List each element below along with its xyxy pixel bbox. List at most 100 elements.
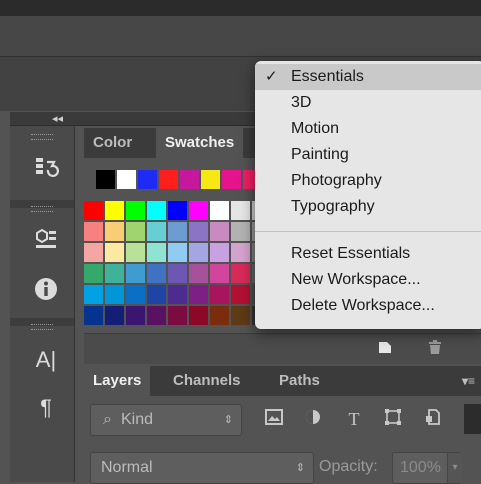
menu-item-delete-workspace[interactable]: Delete Workspace... xyxy=(255,293,481,319)
swatch[interactable] xyxy=(105,306,124,325)
tab-channels[interactable]: Channels xyxy=(164,366,250,396)
recent-swatch[interactable] xyxy=(201,170,220,189)
delete-swatch-icon[interactable] xyxy=(427,339,443,360)
layer-kind-filter-select[interactable]: ⌕ Kind ⇕ xyxy=(90,404,242,436)
tab-color[interactable]: Color xyxy=(84,128,141,158)
menu-item-reset-essentials[interactable]: Reset Essentials xyxy=(255,241,481,267)
panel-grip[interactable] xyxy=(10,134,74,140)
3d-icon[interactable] xyxy=(32,226,60,254)
app-title-bar xyxy=(0,0,481,16)
swatch[interactable] xyxy=(84,285,103,304)
menu-item-label: Reset Essentials xyxy=(291,245,411,262)
opacity-input[interactable]: 100% ▾ xyxy=(392,452,462,484)
recent-swatch[interactable] xyxy=(117,170,136,189)
layers-tab-bar: Layers Channels Paths ▾≡ xyxy=(84,366,481,396)
new-swatch-icon[interactable] xyxy=(377,339,393,360)
menu-item-typography[interactable]: Typography xyxy=(255,194,481,220)
swatch[interactable] xyxy=(147,306,166,325)
character-icon[interactable]: A| xyxy=(32,346,60,374)
swatch[interactable] xyxy=(105,243,124,262)
menu-item-painting[interactable]: Painting xyxy=(255,142,481,168)
swatch[interactable] xyxy=(168,201,187,220)
menu-item-label: Typography xyxy=(291,198,375,215)
swatch[interactable] xyxy=(84,306,103,325)
menu-item-label: Motion xyxy=(291,120,340,137)
swatch[interactable] xyxy=(168,264,187,283)
recent-swatch[interactable] xyxy=(138,170,157,189)
swatch[interactable] xyxy=(189,201,208,220)
swatch[interactable] xyxy=(147,201,166,220)
menu-item-3d[interactable]: 3D xyxy=(255,90,481,116)
swatch[interactable] xyxy=(147,264,166,283)
swatch[interactable] xyxy=(147,243,166,262)
blend-mode-select[interactable]: Normal ⇕ xyxy=(90,452,314,484)
swatch[interactable] xyxy=(84,264,103,283)
recent-swatch[interactable] xyxy=(222,170,241,189)
tab-paths[interactable]: Paths xyxy=(270,366,329,396)
swatch[interactable] xyxy=(189,264,208,283)
swatch[interactable] xyxy=(126,264,145,283)
swatch[interactable] xyxy=(147,222,166,241)
panel-menu-icon[interactable]: ▾≡ xyxy=(456,366,481,396)
menu-item-photography[interactable]: Photography xyxy=(255,168,481,194)
adjustment-filter-icon[interactable] xyxy=(302,408,324,430)
swatch[interactable] xyxy=(210,264,229,283)
recent-swatch[interactable] xyxy=(180,170,199,189)
tab-swatches[interactable]: Swatches xyxy=(156,128,244,158)
swatch[interactable] xyxy=(105,222,124,241)
panel-grip[interactable] xyxy=(10,206,74,212)
panel-icon-column: A| ¶ xyxy=(10,126,75,482)
swatch[interactable] xyxy=(168,306,187,325)
menu-item-motion[interactable]: Motion xyxy=(255,116,481,142)
swatch[interactable] xyxy=(168,285,187,304)
menu-item-label: Painting xyxy=(291,146,349,163)
shape-filter-icon[interactable] xyxy=(382,408,404,430)
type-filter-icon[interactable]: T xyxy=(343,408,365,430)
recent-swatch[interactable] xyxy=(159,170,178,189)
recent-swatch[interactable] xyxy=(96,170,115,189)
swatch[interactable] xyxy=(189,222,208,241)
swatch[interactable] xyxy=(126,201,145,220)
smart-object-filter-icon[interactable] xyxy=(422,408,444,430)
swatch[interactable] xyxy=(147,285,166,304)
panel-grip[interactable] xyxy=(10,324,74,330)
swatch[interactable] xyxy=(84,243,103,262)
swatch[interactable] xyxy=(231,264,250,283)
swatch[interactable] xyxy=(231,201,250,220)
swatch[interactable] xyxy=(231,243,250,262)
swatch[interactable] xyxy=(168,222,187,241)
menu-item-essentials[interactable]: ✓ Essentials xyxy=(255,64,481,90)
filter-toggle-switch[interactable] xyxy=(464,404,481,434)
swatch[interactable] xyxy=(189,243,208,262)
swatch[interactable] xyxy=(210,222,229,241)
history-icon[interactable] xyxy=(32,154,60,182)
swatch[interactable] xyxy=(126,285,145,304)
swatch[interactable] xyxy=(210,306,229,325)
paragraph-icon[interactable]: ¶ xyxy=(32,394,60,422)
swatch[interactable] xyxy=(210,243,229,262)
swatch[interactable] xyxy=(105,285,124,304)
swatch[interactable] xyxy=(105,201,124,220)
swatch[interactable] xyxy=(126,222,145,241)
swatch[interactable] xyxy=(168,243,187,262)
blend-mode-value: Normal xyxy=(101,459,153,476)
menu-item-new-workspace[interactable]: New Workspace... xyxy=(255,267,481,293)
swatch[interactable] xyxy=(126,306,145,325)
tab-layers[interactable]: Layers xyxy=(84,366,151,396)
menu-item-label: Essentials xyxy=(291,68,364,85)
swatch[interactable] xyxy=(231,306,250,325)
swatch[interactable] xyxy=(210,201,229,220)
swatch[interactable] xyxy=(189,306,208,325)
chevron-down-icon[interactable]: ▾ xyxy=(447,453,462,483)
swatch[interactable] xyxy=(84,201,103,220)
swatch[interactable] xyxy=(231,285,250,304)
image-filter-icon[interactable] xyxy=(263,408,285,430)
swatch[interactable] xyxy=(126,243,145,262)
swatch[interactable] xyxy=(105,264,124,283)
swatch[interactable] xyxy=(189,285,208,304)
swatch[interactable] xyxy=(210,285,229,304)
collapse-panels-icon[interactable]: ◂◂ xyxy=(52,112,63,125)
swatch[interactable] xyxy=(231,222,250,241)
info-icon[interactable] xyxy=(32,276,60,304)
swatch[interactable] xyxy=(84,222,103,241)
